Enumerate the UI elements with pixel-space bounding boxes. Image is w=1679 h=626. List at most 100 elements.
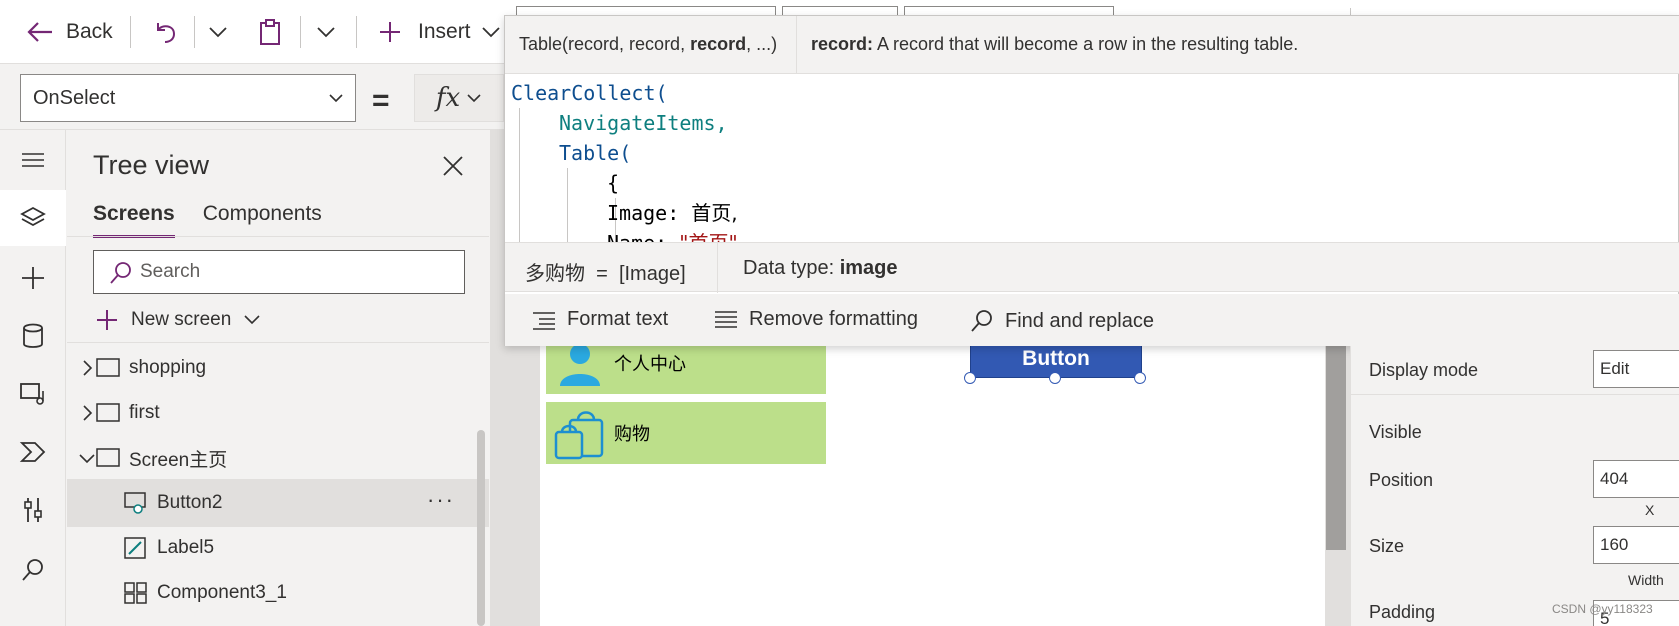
undo-dropdown[interactable] [208,14,228,50]
display-mode-label: Display mode [1369,360,1479,380]
nav-item-label: 购物 [614,424,650,444]
resize-handle[interactable] [1134,372,1146,384]
chevron-down-icon [209,27,227,38]
tree-view-button[interactable] [0,190,66,246]
remove-formatting-icon [715,310,737,328]
paste-dropdown[interactable] [316,14,336,50]
scrollbar[interactable] [1326,330,1346,550]
remove-formatting-label: Remove formatting [749,308,918,330]
chevron-right-icon[interactable] [77,403,97,423]
function-signature: Table(record, record, record, ...) [519,34,777,55]
code-line: Image: 首页, [607,198,738,228]
screen-icon [96,403,120,422]
size-width-input[interactable]: 160 [1593,526,1679,564]
more-options-icon[interactable]: ··· [427,487,455,513]
nav-item-shopping[interactable]: 购物 [546,402,826,464]
tree-item-label5[interactable]: Label5 [67,524,489,572]
tab-screens[interactable]: Screens [93,202,175,238]
insert-rail-button[interactable] [0,250,66,306]
media-button[interactable] [0,366,66,422]
find-replace-label: Find and replace [1005,309,1154,332]
find-replace-button[interactable]: Find and replace [969,308,1154,334]
format-text-button[interactable]: Format text [531,308,668,331]
indent-guide [567,168,568,250]
chevron-down-icon [244,315,260,325]
layers-icon [20,206,46,227]
data-button[interactable] [0,308,66,364]
code-token: Image: [607,201,692,225]
back-button[interactable]: Back [26,14,113,50]
fx-button[interactable]: fx [414,74,504,122]
param-desc: A record that will become a row in the r… [873,34,1299,54]
formula-editor: Table(record, record, record, ...) recor… [504,15,1679,346]
tree-item-label: Component3_1 [157,582,287,603]
tree-item-button2[interactable]: Button2 ··· [67,479,489,527]
display-mode-dropdown[interactable]: Edit [1593,350,1679,388]
toolbar-divider [194,16,195,48]
search-rail-button[interactable] [0,542,66,598]
new-screen-label: New screen [131,309,232,330]
search-input[interactable]: Search [93,250,465,294]
button-control-icon [124,492,146,514]
close-icon[interactable] [439,152,467,180]
signature-help: Table(record, record, record, ...) recor… [505,16,1679,74]
nav-item-label: 个人中心 [614,354,686,374]
paste-button[interactable] [258,14,282,50]
chevron-down-icon [317,27,335,38]
search-icon [971,310,992,332]
power-automate-icon [19,442,46,462]
expression-value: 多购物 = [Image] [525,257,686,286]
resize-handle[interactable] [964,372,976,384]
power-automate-button[interactable] [0,424,66,480]
watermark: CSDN @yy118323 [1552,602,1653,616]
tree-item-screen-main[interactable]: Screen主页 [67,434,489,482]
property-dropdown[interactable]: OnSelect [20,74,356,122]
data-type: Data type: image [743,257,898,280]
tree-item-shopping[interactable]: shopping [67,344,489,392]
chevron-down-icon [329,94,343,103]
clipboard-icon [260,19,280,45]
insert-button[interactable]: Insert [378,14,501,50]
chevron-right-icon[interactable] [77,358,97,378]
undo-button[interactable] [152,14,178,50]
undo-icon [157,23,176,43]
database-icon [23,323,43,348]
size-label: Size [1369,536,1405,556]
tab-components[interactable]: Components [203,202,322,238]
format-toolbar: Format text Remove formatting Find and r… [505,294,1679,346]
parameter-description: record: A record that will become a row … [811,34,1298,55]
scrollbar[interactable] [477,430,485,626]
format-text-label: Format text [567,308,669,330]
menu-button[interactable] [0,132,66,188]
tree-item-first[interactable]: first [67,389,489,437]
tree-view-panel: Tree view Screens Components Search New … [67,130,489,626]
remove-formatting-button[interactable]: Remove formatting [713,308,918,331]
chevron-down-icon [467,94,481,103]
toolbar-divider [356,16,357,48]
chevron-down-icon[interactable] [77,448,97,468]
plus-icon [22,267,44,289]
hamburger-icon [22,153,44,167]
info-eq: = [596,263,608,285]
person-icon [560,344,600,386]
code-editor[interactable]: ClearCollect( NavigateItems, Table( { Im… [511,78,1671,250]
property-value: OnSelect [33,86,116,109]
screen-icon [96,448,120,467]
advanced-tools-button[interactable] [0,482,66,538]
toolbar-divider [130,16,131,48]
properties-panel: Display mode Edit Visible Position 404 X… [1350,346,1679,626]
new-screen-button[interactable]: New screen [95,308,261,332]
divider [717,243,718,293]
tree-item-label: first [129,402,160,423]
size-width-caption: Width [1628,572,1664,588]
code-line: { [607,171,620,195]
divider [1351,394,1679,395]
expression-info: 多购物 = [Image] Data type: image [505,242,1679,293]
position-x-input[interactable]: 404 [1593,460,1679,498]
data-type-value: image [839,257,898,279]
padding-label: Padding [1369,602,1436,622]
back-label: Back [66,20,113,43]
tree-item-component3-1[interactable]: Component3_1 [67,569,489,617]
left-rail [0,130,66,626]
resize-handle[interactable] [1049,372,1061,384]
